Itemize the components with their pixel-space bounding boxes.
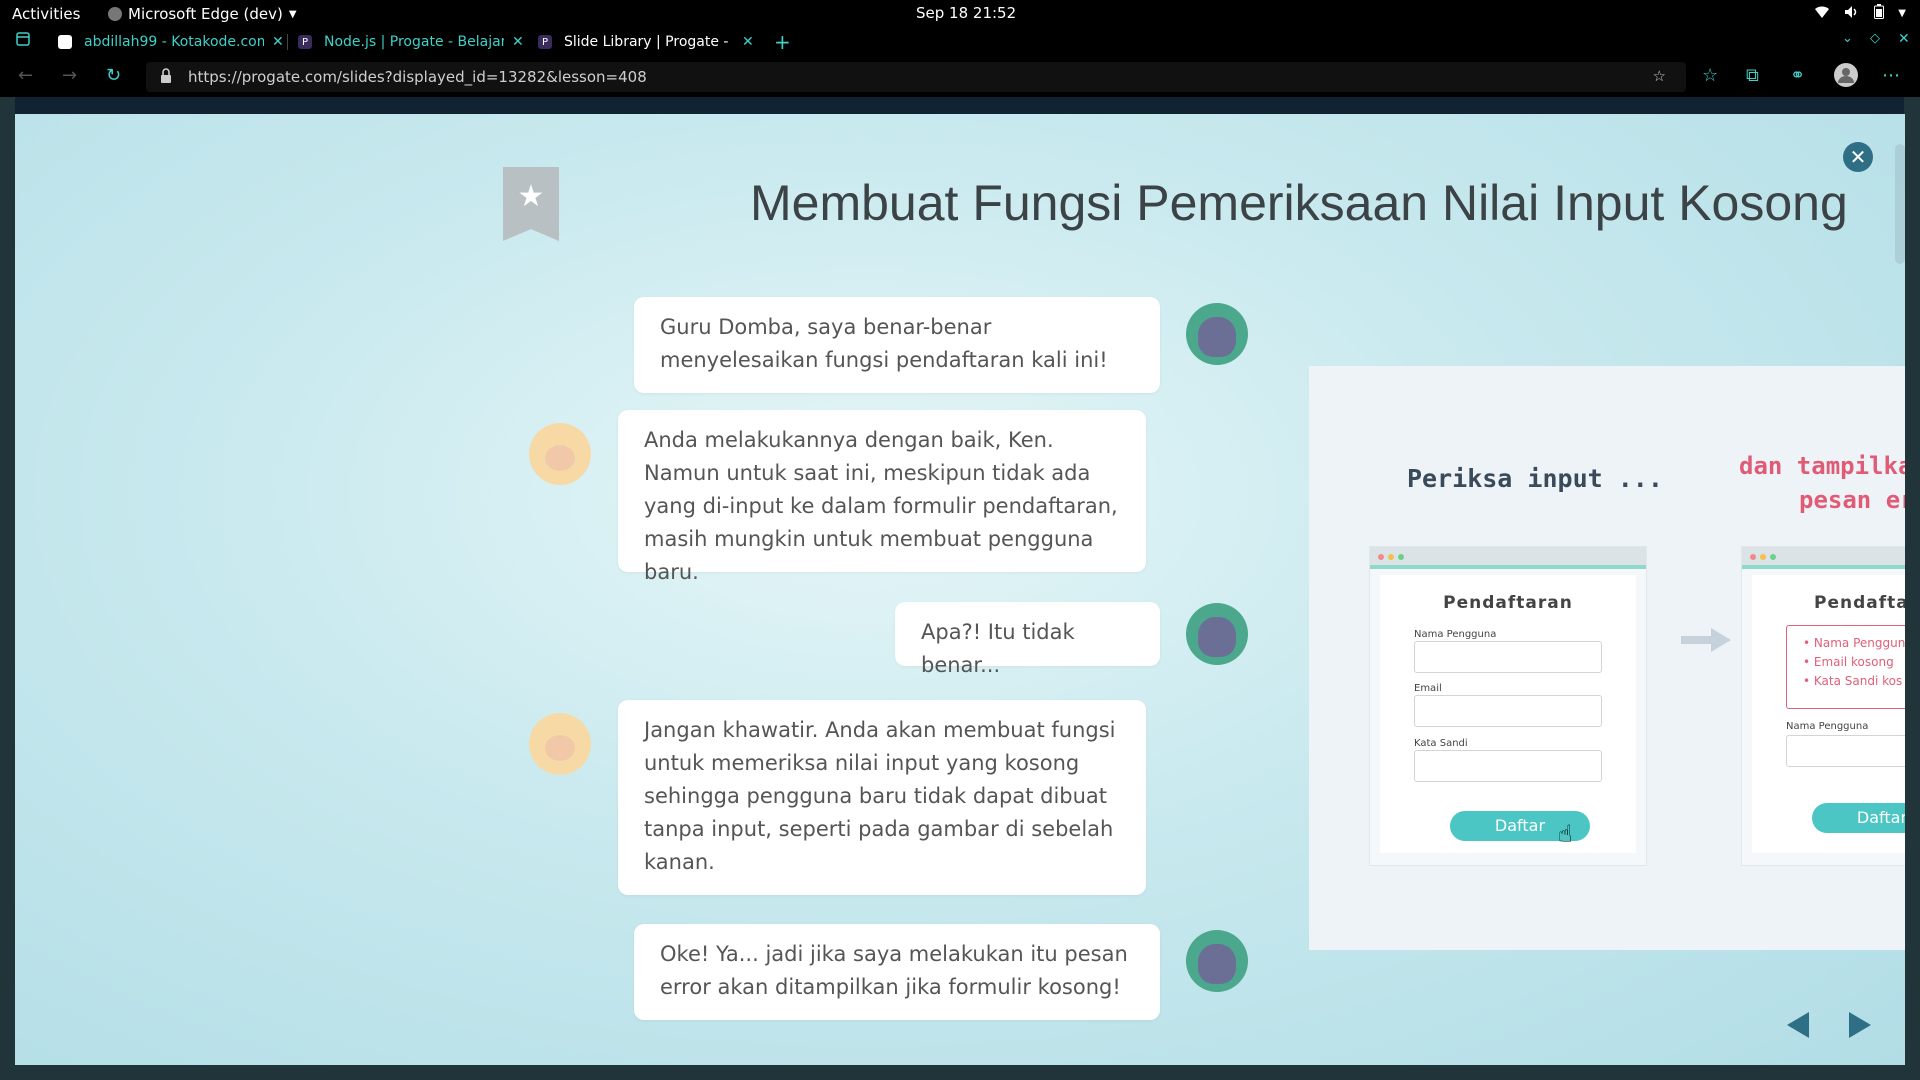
tab-title: Slide Library | Progate - B xyxy=(564,34,734,50)
chevron-down-icon: ▼ xyxy=(1898,8,1906,19)
close-window-icon[interactable]: ✕ xyxy=(1898,31,1910,47)
progate-favicon-icon: P xyxy=(538,35,552,49)
previous-slide-button[interactable] xyxy=(1787,1012,1809,1038)
browser-tab-strip: abdillah99 - Kotakode.com ✕ P Node.js | … xyxy=(0,27,1920,57)
email-input-mockup xyxy=(1414,695,1602,727)
daftar-button-mockup: Daftar xyxy=(1812,803,1905,833)
error-password: • Kata Sandi kos xyxy=(1803,674,1903,688)
pointer-cursor-icon: ☝ xyxy=(1558,820,1573,848)
username-label: Nama Pengguna xyxy=(1414,629,1497,640)
activities-button[interactable]: Activities xyxy=(12,5,80,23)
restore-icon[interactable]: ◇ xyxy=(1870,31,1880,46)
password-input-mockup xyxy=(1414,750,1602,782)
email-label: Email xyxy=(1414,683,1442,694)
tab-slide-library[interactable]: P Slide Library | Progate - B ✕ xyxy=(526,27,766,57)
username-label: Nama Pengguna xyxy=(1786,721,1869,732)
ken-avatar xyxy=(1186,930,1248,992)
password-label: Kata Sandi xyxy=(1414,738,1468,749)
illustration-heading-left: Periksa input ... xyxy=(1407,464,1663,493)
username-input-mockup xyxy=(1414,641,1602,673)
system-tray[interactable]: ▼ xyxy=(1814,4,1906,23)
scrollbar[interactable] xyxy=(1895,144,1905,264)
tab-title: abdillah99 - Kotakode.com xyxy=(84,34,264,50)
volume-icon xyxy=(1844,5,1860,23)
dialogue-bubble-ken: Apa?! Itu tidak benar... xyxy=(895,602,1160,677)
extensions-icon[interactable]: ⚭ xyxy=(1790,65,1805,86)
back-arrow-icon[interactable]: ← xyxy=(18,65,33,86)
close-icon[interactable]: ✕ xyxy=(272,34,284,50)
wifi-icon xyxy=(1814,5,1830,23)
ken-avatar xyxy=(1186,303,1248,365)
collections-icon[interactable]: ⧉ xyxy=(1746,65,1759,86)
close-slide-button[interactable]: ✕ xyxy=(1843,142,1873,172)
forward-arrow-icon[interactable]: → xyxy=(62,65,77,86)
close-icon[interactable]: ✕ xyxy=(512,34,524,50)
close-icon[interactable]: ✕ xyxy=(742,34,754,50)
username-input-mockup xyxy=(1786,735,1905,767)
progate-favicon-icon: P xyxy=(298,35,312,49)
dialogue-bubble-sheep: Jangan khawatir. Anda akan membuat fungs… xyxy=(618,700,1146,895)
favorites-icon[interactable]: ☆ xyxy=(1702,65,1718,86)
slide-title: Membuat Fungsi Pemeriksaan Nilai Input K… xyxy=(750,175,1848,231)
slide-illustration: Periksa input ... dan tampilka pesan er … xyxy=(1309,366,1905,950)
sheep-teacher-avatar xyxy=(529,713,591,775)
error-email: • Email kosong xyxy=(1803,655,1894,669)
browser-toolbar: ← → ↻ https://progate.com/slides?display… xyxy=(0,57,1920,97)
profile-avatar-icon[interactable] xyxy=(1834,63,1858,92)
app-menu[interactable]: Microsoft Edge (dev) ▼ xyxy=(108,5,297,23)
dialogue-bubble-ken: Oke! Ya... jadi jika saya melakukan itu … xyxy=(634,924,1160,1020)
tab-kotakode[interactable]: abdillah99 - Kotakode.com ✕ xyxy=(58,27,284,57)
ken-avatar xyxy=(1186,603,1248,665)
more-menu-icon[interactable]: ⋯ xyxy=(1882,65,1900,86)
chevron-down-icon[interactable]: ⌄ xyxy=(1842,31,1853,46)
signup-form-error-mockup: Pendaftar • Nama Penggun • Email kosong … xyxy=(1741,546,1905,866)
signup-form-mockup: Pendaftaran Nama Pengguna Email Kata San… xyxy=(1369,546,1647,866)
tab-title: Node.js | Progate - Belajar xyxy=(324,34,504,50)
sheep-teacher-avatar xyxy=(529,423,591,485)
form-title: Pendaftaran xyxy=(1443,593,1573,613)
refresh-icon[interactable]: ↻ xyxy=(106,65,121,86)
dialogue-bubble-ken: Guru Domba, saya benar-benar menyelesaik… xyxy=(634,297,1160,393)
tab-nodejs-progate[interactable]: P Node.js | Progate - Belajar ✕ xyxy=(298,27,524,57)
illustration-heading-right-2: pesan er xyxy=(1799,486,1905,514)
chevron-down-icon: ▼ xyxy=(288,8,297,20)
form-title: Pendaftar xyxy=(1814,593,1905,613)
page-viewport: ✕ ★ Membuat Fungsi Pemeriksaan Nilai Inp… xyxy=(0,97,1920,1080)
dialogue-bubble-sheep: Anda melakukannya dengan baik, Ken. Namu… xyxy=(618,410,1146,584)
clock[interactable]: Sep 18 21:52 xyxy=(916,4,1016,22)
add-favorite-icon[interactable]: ☆ xyxy=(1653,67,1666,85)
bookmark-star-icon[interactable]: ★ xyxy=(503,167,559,241)
edge-app-icon xyxy=(108,7,122,21)
address-bar[interactable]: https://progate.com/slides?displayed_id=… xyxy=(146,62,1686,92)
slide-modal: ✕ ★ Membuat Fungsi Pemeriksaan Nilai Inp… xyxy=(15,114,1905,1065)
system-top-bar: Activities Microsoft Edge (dev) ▼ Sep 18… xyxy=(0,0,1920,27)
tab-actions-icon[interactable] xyxy=(16,32,30,50)
app-menu-label: Microsoft Edge (dev) xyxy=(128,5,283,23)
lock-icon xyxy=(160,68,172,88)
kotakode-favicon-icon xyxy=(58,35,72,49)
arrow-right-icon xyxy=(1681,628,1731,652)
next-slide-button[interactable] xyxy=(1849,1012,1871,1038)
new-tab-button[interactable]: + xyxy=(774,30,791,54)
battery-icon xyxy=(1874,4,1885,23)
error-message-box: • Nama Penggun • Email kosong • Kata San… xyxy=(1786,625,1905,709)
url-text: https://progate.com/slides?displayed_id=… xyxy=(188,68,647,86)
error-username: • Nama Penggun xyxy=(1803,636,1905,650)
illustration-heading-right: dan tampilka xyxy=(1739,452,1905,480)
